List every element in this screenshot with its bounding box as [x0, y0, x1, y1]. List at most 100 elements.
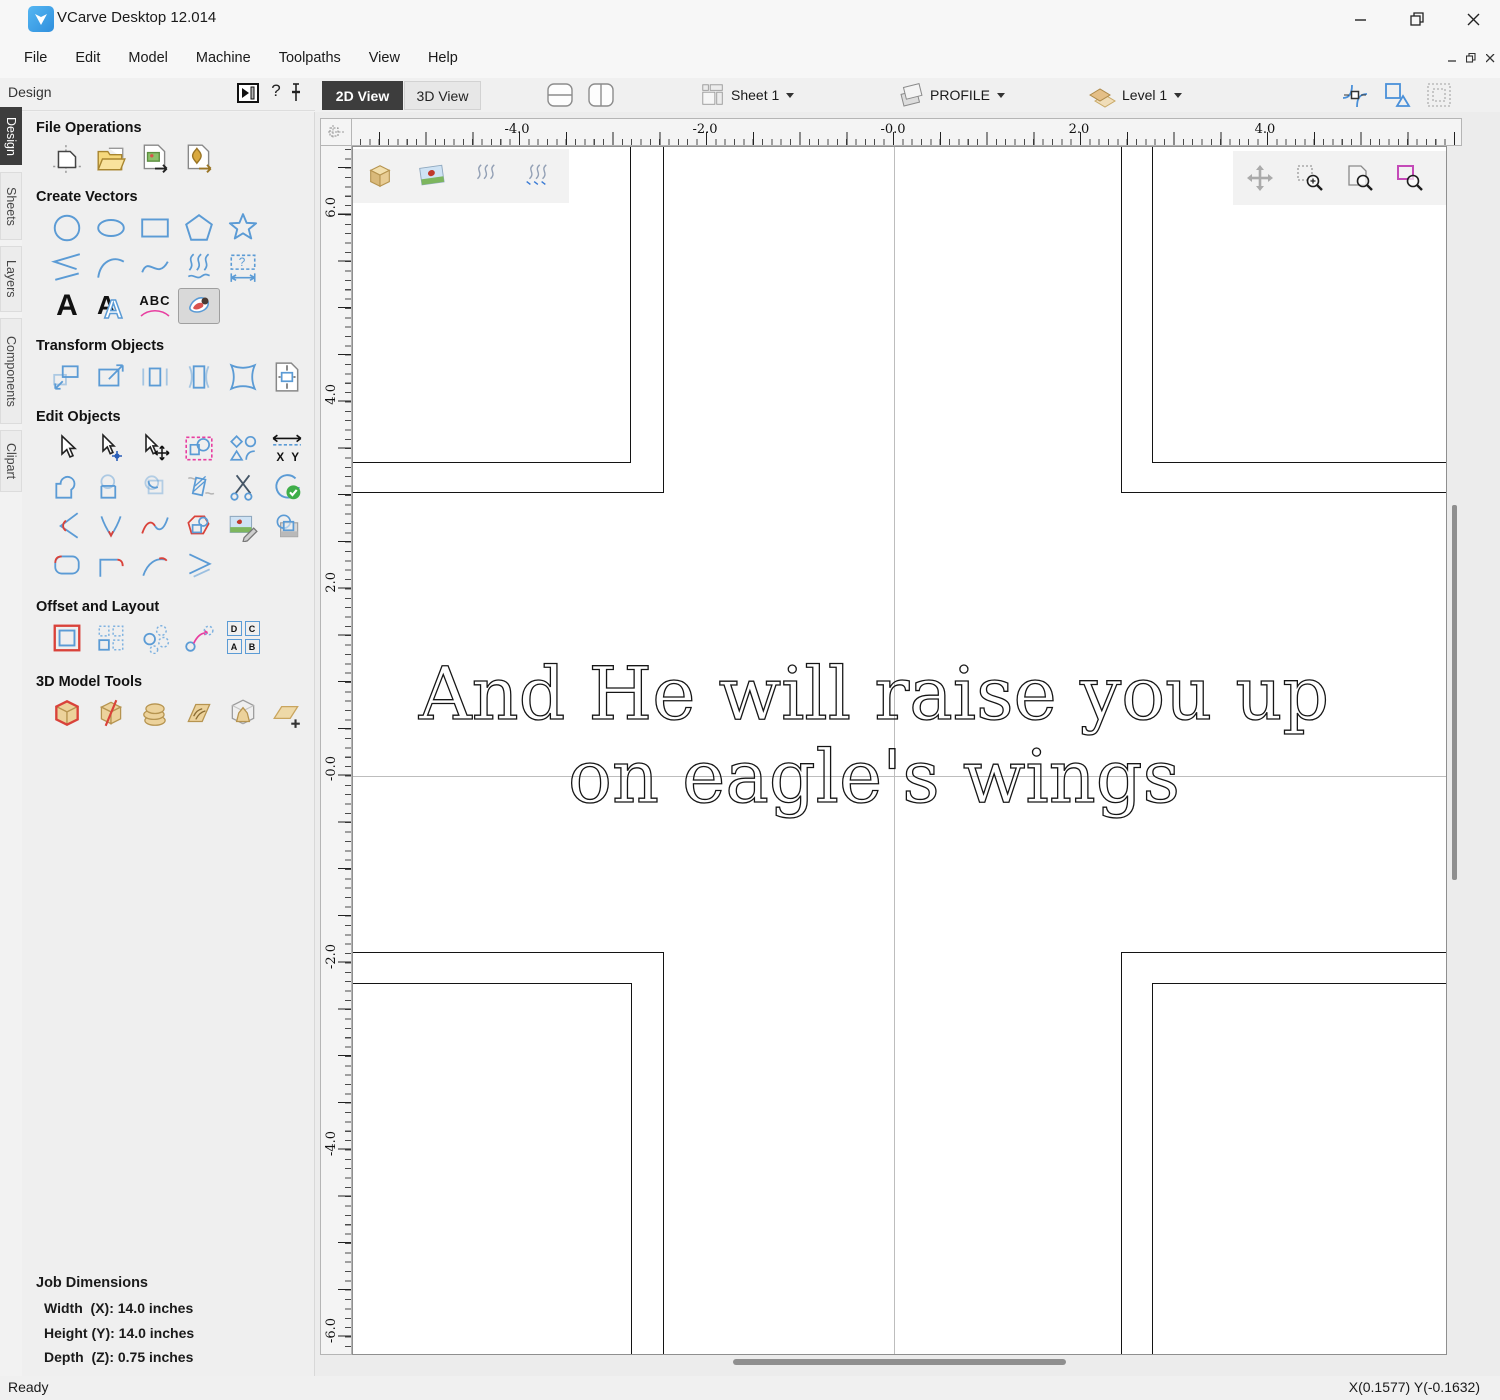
text-on-curve-icon[interactable]: ABC	[134, 288, 176, 324]
weld-vectors-icon[interactable]	[46, 469, 88, 505]
fit-curve-icon[interactable]	[134, 508, 176, 544]
pin-panel-icon[interactable]	[288, 82, 304, 104]
menu-model[interactable]: Model	[114, 46, 182, 70]
scale-object-icon[interactable]	[90, 359, 132, 395]
sidebar-tab-layers[interactable]: Layers	[0, 246, 22, 312]
join-vectors-icon[interactable]	[90, 547, 132, 583]
vector-rect-inner-bottom-left[interactable]	[352, 983, 632, 1355]
close-vector-icon[interactable]	[266, 469, 308, 505]
menu-machine[interactable]: Machine	[182, 46, 265, 70]
bitmap-preview-icon[interactable]	[418, 163, 446, 189]
import-vector-art-icon[interactable]	[178, 141, 220, 177]
menu-edit[interactable]: Edit	[61, 46, 114, 70]
edit-picture-icon[interactable]	[222, 508, 264, 544]
set-size-icon[interactable]	[266, 359, 308, 395]
draw-curve-icon[interactable]	[134, 249, 176, 285]
document-minimize-button[interactable]	[1444, 50, 1460, 66]
offset-object-icon[interactable]	[46, 620, 88, 656]
draw-rectangle-icon[interactable]	[134, 210, 176, 246]
measure-tool-icon[interactable]: XY	[266, 430, 308, 466]
window-close-button[interactable]	[1447, 0, 1499, 38]
split-vertical-icon[interactable]	[586, 81, 616, 109]
vector-rect-inner-bottom-right[interactable]	[1152, 983, 1447, 1355]
stretch-object-icon[interactable]	[178, 359, 220, 395]
text-outline-icon[interactable]: A A	[90, 288, 132, 324]
document-restore-button[interactable]	[1463, 50, 1479, 66]
zoom-selection-icon[interactable]	[1296, 164, 1324, 192]
sidebar-tab-design[interactable]: Design	[0, 107, 22, 165]
align-objects-icon[interactable]	[222, 430, 264, 466]
draw-arc-icon[interactable]	[90, 249, 132, 285]
draw-star-icon[interactable]	[222, 210, 264, 246]
drawing-canvas[interactable]: And He will raise you up on eagle's wing…	[352, 146, 1447, 1355]
import-vectors-icon[interactable]	[134, 141, 176, 177]
move-selection-tool-icon[interactable]	[134, 430, 176, 466]
dimension-icon[interactable]: ?	[222, 249, 264, 285]
selected-objects-icon[interactable]	[178, 430, 220, 466]
tab-3d-view[interactable]: 3D View	[404, 81, 481, 110]
snap-nodes-icon[interactable]	[1340, 81, 1370, 109]
intersect-vectors-icon[interactable]	[134, 469, 176, 505]
grid-toggle-icon[interactable]	[1424, 81, 1454, 109]
freehand-sketch-icon[interactable]	[178, 249, 220, 285]
zoom-drawing-icon[interactable]	[1346, 164, 1374, 192]
sheet-selector[interactable]: Sheet 1	[700, 81, 794, 109]
sharpen-corner-icon[interactable]	[90, 508, 132, 544]
document-close-button[interactable]	[1482, 50, 1498, 66]
help-icon[interactable]: ?	[266, 81, 286, 101]
draw-circle-icon[interactable]	[46, 210, 88, 246]
extrude-model-icon[interactable]	[222, 695, 264, 731]
window-restore-button[interactable]	[1391, 0, 1443, 38]
level-selector[interactable]: Level 1	[1087, 81, 1182, 109]
add-shape-icon[interactable]	[46, 695, 88, 731]
move-object-icon[interactable]	[46, 359, 88, 395]
select-tool-icon[interactable]	[46, 430, 88, 466]
rounded-rect-icon[interactable]	[46, 547, 88, 583]
fillet-tool-icon[interactable]	[46, 508, 88, 544]
stack-discs-icon[interactable]	[134, 695, 176, 731]
fill-hatch-icon[interactable]	[178, 469, 220, 505]
node-edit-tool-icon[interactable]	[90, 430, 132, 466]
crop-bitmap-icon[interactable]	[266, 508, 308, 544]
copy-along-curve-icon[interactable]	[178, 620, 220, 656]
draw-text-icon[interactable]: A	[46, 288, 88, 324]
job-setup-icon[interactable]	[46, 141, 88, 177]
distort-object-icon[interactable]	[222, 359, 264, 395]
menu-help[interactable]: Help	[414, 46, 472, 70]
tab-2d-view[interactable]: 2D View	[322, 81, 403, 110]
add-zero-plane-icon[interactable]	[266, 695, 308, 731]
subtract-vectors-icon[interactable]	[90, 469, 132, 505]
sidebar-tab-components[interactable]: Components	[0, 318, 22, 424]
vertical-scrollbar[interactable]	[1452, 505, 1457, 880]
open-file-icon[interactable]	[90, 141, 132, 177]
cut-vector-icon[interactable]	[222, 469, 264, 505]
collapse-panel-icon[interactable]	[236, 82, 260, 104]
array-copy-icon[interactable]	[90, 620, 132, 656]
material-block-icon[interactable]	[366, 162, 394, 190]
horizontal-scrollbar[interactable]	[733, 1359, 1066, 1365]
insert-clipart-icon[interactable]	[178, 288, 220, 324]
design-text[interactable]: And He will raise you up on eagle's wing…	[379, 647, 1421, 822]
mirror-object-icon[interactable]	[134, 359, 176, 395]
chamfer-icon[interactable]	[178, 547, 220, 583]
toolpath-preview-icon[interactable]	[470, 162, 498, 190]
window-minimize-button[interactable]	[1334, 0, 1386, 38]
sidebar-tab-sheets[interactable]: Sheets	[0, 172, 22, 240]
offset-vector-icon[interactable]	[178, 508, 220, 544]
menu-toolpaths[interactable]: Toolpaths	[265, 46, 355, 70]
draw-polygon-icon[interactable]	[178, 210, 220, 246]
pan-view-icon[interactable]	[1246, 164, 1274, 192]
menu-view[interactable]: View	[355, 46, 414, 70]
sidebar-tab-clipart[interactable]: Clipart	[0, 430, 22, 492]
slice-model-icon[interactable]	[90, 695, 132, 731]
circular-array-icon[interactable]	[134, 620, 176, 656]
selection-mode-icon[interactable]	[1382, 81, 1412, 109]
toolpath-drives-icon[interactable]	[522, 162, 550, 190]
draw-ellipse-icon[interactable]	[90, 210, 132, 246]
split-horizontal-icon[interactable]	[545, 81, 575, 109]
extend-vector-icon[interactable]	[134, 547, 176, 583]
profile-selector[interactable]: PROFILE	[897, 81, 1005, 109]
texture-model-icon[interactable]	[178, 695, 220, 731]
draw-polyline-icon[interactable]	[46, 249, 88, 285]
nesting-icon[interactable]: D C A B	[222, 620, 264, 656]
